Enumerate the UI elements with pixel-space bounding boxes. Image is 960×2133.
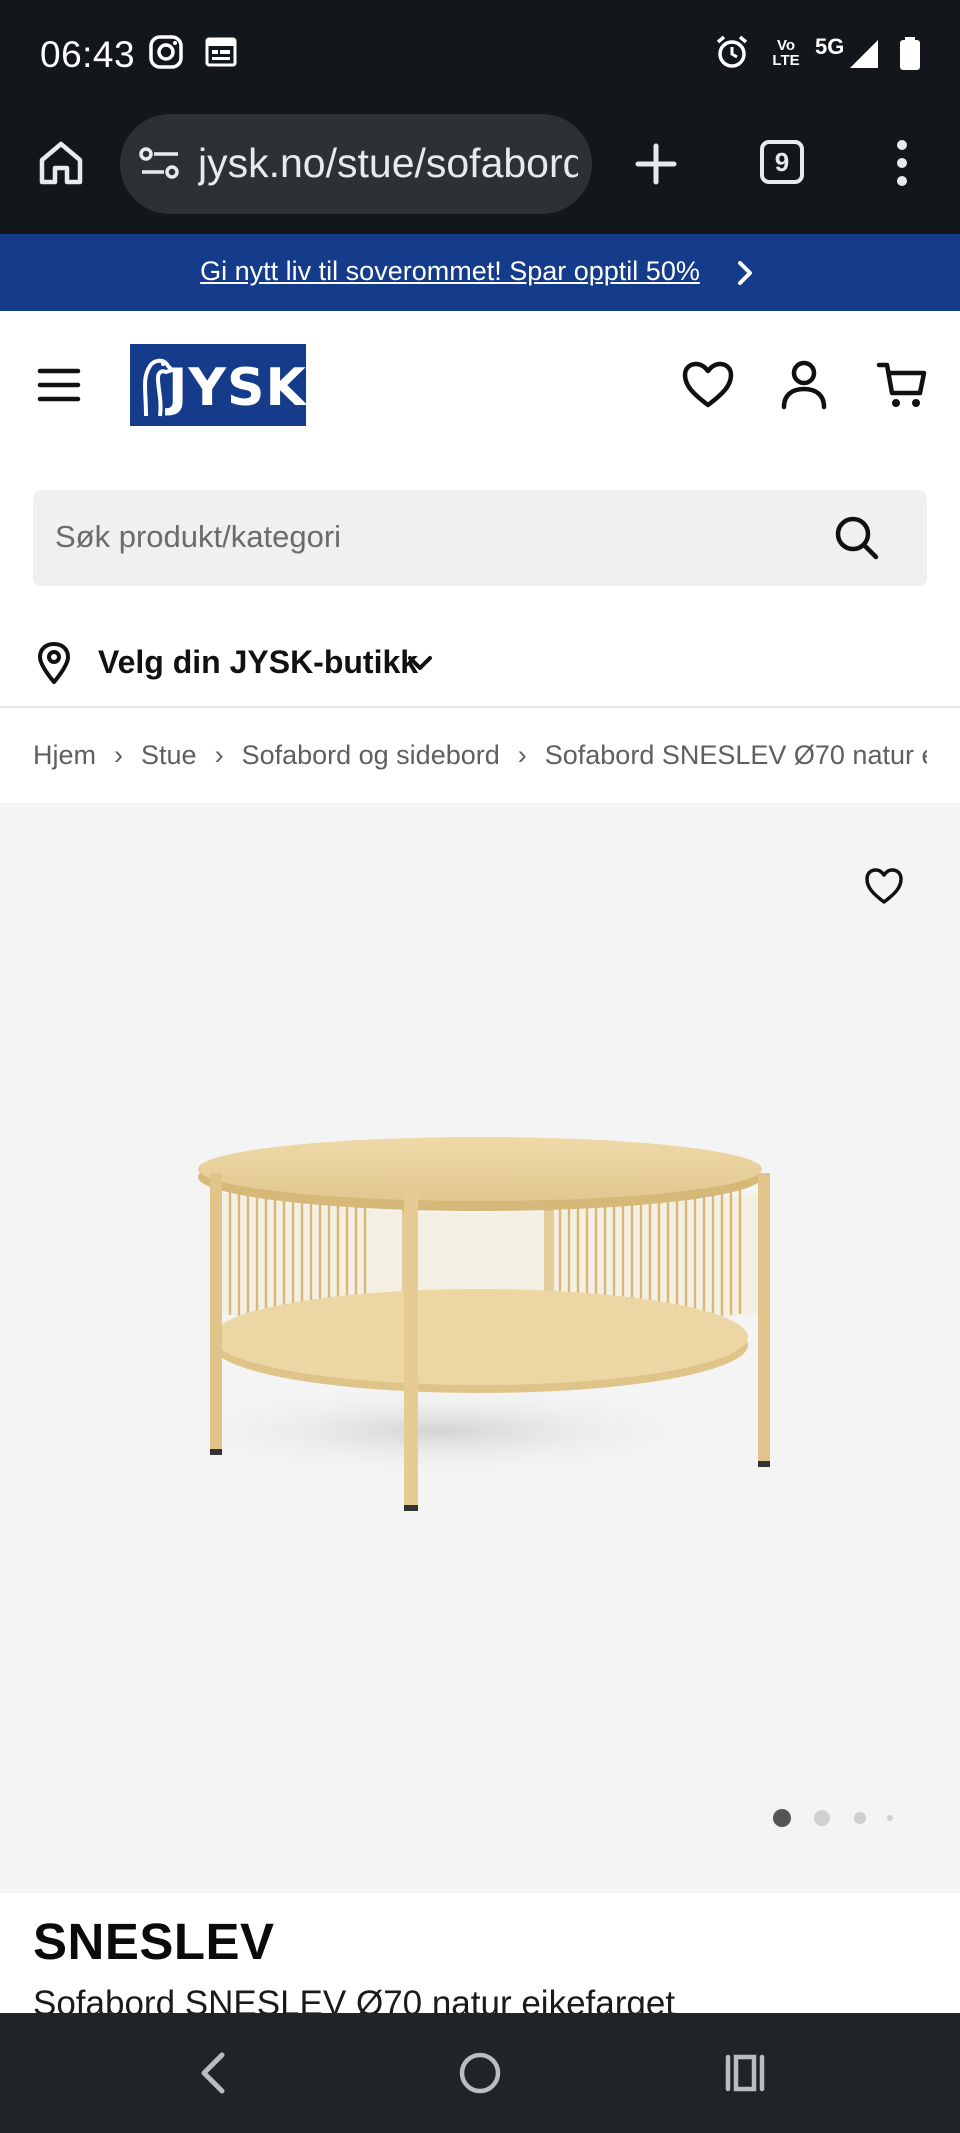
location-pin-icon (37, 642, 71, 684)
system-nav-bar (0, 2013, 960, 2133)
signal-icon (850, 40, 878, 68)
breadcrumb: Hjem › Stue › Sofabord og sidebord › Sofabord … (33, 740, 927, 780)
chevron-right-icon[interactable] (732, 258, 758, 288)
breadcrumb-item-current: Sofabord SNESLEV Ø70 natur eikefarget (544, 740, 927, 770)
status-bar: 06:43 Vo LTE 5G (0, 0, 960, 110)
home-icon[interactable] (34, 136, 88, 190)
alarm-icon (716, 35, 748, 68)
site-header: JYSK (0, 311, 960, 461)
more-vert-icon[interactable] (882, 138, 922, 188)
5g-icon: 5G (815, 34, 845, 59)
tabs-icon[interactable]: 9 (760, 140, 804, 184)
breadcrumb-item-sofabord[interactable]: Sofabord og sidebord (242, 740, 500, 770)
logo-text: JYSK (168, 358, 307, 418)
volte-line-1: Vo (776, 37, 796, 54)
battery-icon (900, 37, 920, 70)
search-input[interactable]: Søk produkt/kategori (33, 490, 927, 586)
promo-text[interactable]: Gi nytt liv til soverommet! Spar opptil … (0, 256, 900, 287)
breadcrumb-item-home[interactable]: Hjem (33, 740, 96, 770)
site-settings-icon[interactable] (138, 144, 182, 184)
wishlist-heart-icon[interactable] (864, 867, 904, 905)
account-icon[interactable] (780, 359, 828, 411)
breadcrumb-item-stue[interactable]: Stue (141, 740, 197, 770)
store-label[interactable]: Velg din JYSK-butikk (98, 644, 418, 681)
url-text[interactable]: jysk.no/stue/sofabord (198, 140, 578, 187)
recents-icon[interactable] (722, 2051, 768, 2095)
promo-banner[interactable]: Gi nytt liv til soverommet! Spar opptil … (0, 234, 960, 311)
menu-icon[interactable] (36, 363, 82, 407)
search-placeholder[interactable]: Søk produkt/kategori (55, 519, 341, 555)
tab-count: 9 (774, 147, 790, 177)
breadcrumb-separator-icon: › (114, 740, 124, 770)
chevron-down-icon[interactable] (406, 652, 434, 674)
volte-line-2: LTE (772, 52, 800, 69)
gallery-dot-3[interactable] (854, 1812, 866, 1824)
gallery-dot-4[interactable] (887, 1815, 893, 1821)
divider (0, 706, 960, 708)
product-image[interactable] (140, 1123, 820, 1523)
product-gallery[interactable] (0, 803, 960, 1893)
store-selector[interactable]: Velg din JYSK-butikk (33, 634, 453, 690)
heart-icon[interactable] (682, 361, 734, 409)
gallery-dot-1[interactable] (773, 1809, 791, 1827)
jysk-logo[interactable]: JYSK (130, 344, 306, 426)
home-circle-icon[interactable] (456, 2049, 504, 2097)
product-brand: SNESLEV (33, 1913, 275, 1970)
new-tab-icon[interactable] (632, 140, 680, 188)
url-bar[interactable]: jysk.no/stue/sofabord (120, 114, 592, 214)
back-icon[interactable] (196, 2051, 230, 2095)
instagram-icon (149, 35, 183, 69)
status-time: 06:43 (40, 34, 136, 75)
cart-icon[interactable] (876, 359, 928, 411)
calendar-icon (205, 37, 237, 67)
search-icon[interactable] (833, 514, 881, 562)
volte-icon: Vo LTE (768, 38, 804, 68)
gallery-dot-2[interactable] (814, 1810, 830, 1826)
breadcrumb-separator-icon: › (214, 740, 224, 770)
breadcrumb-separator-icon: › (517, 740, 527, 770)
browser-toolbar: jysk.no/stue/sofabord 9 (0, 110, 960, 234)
